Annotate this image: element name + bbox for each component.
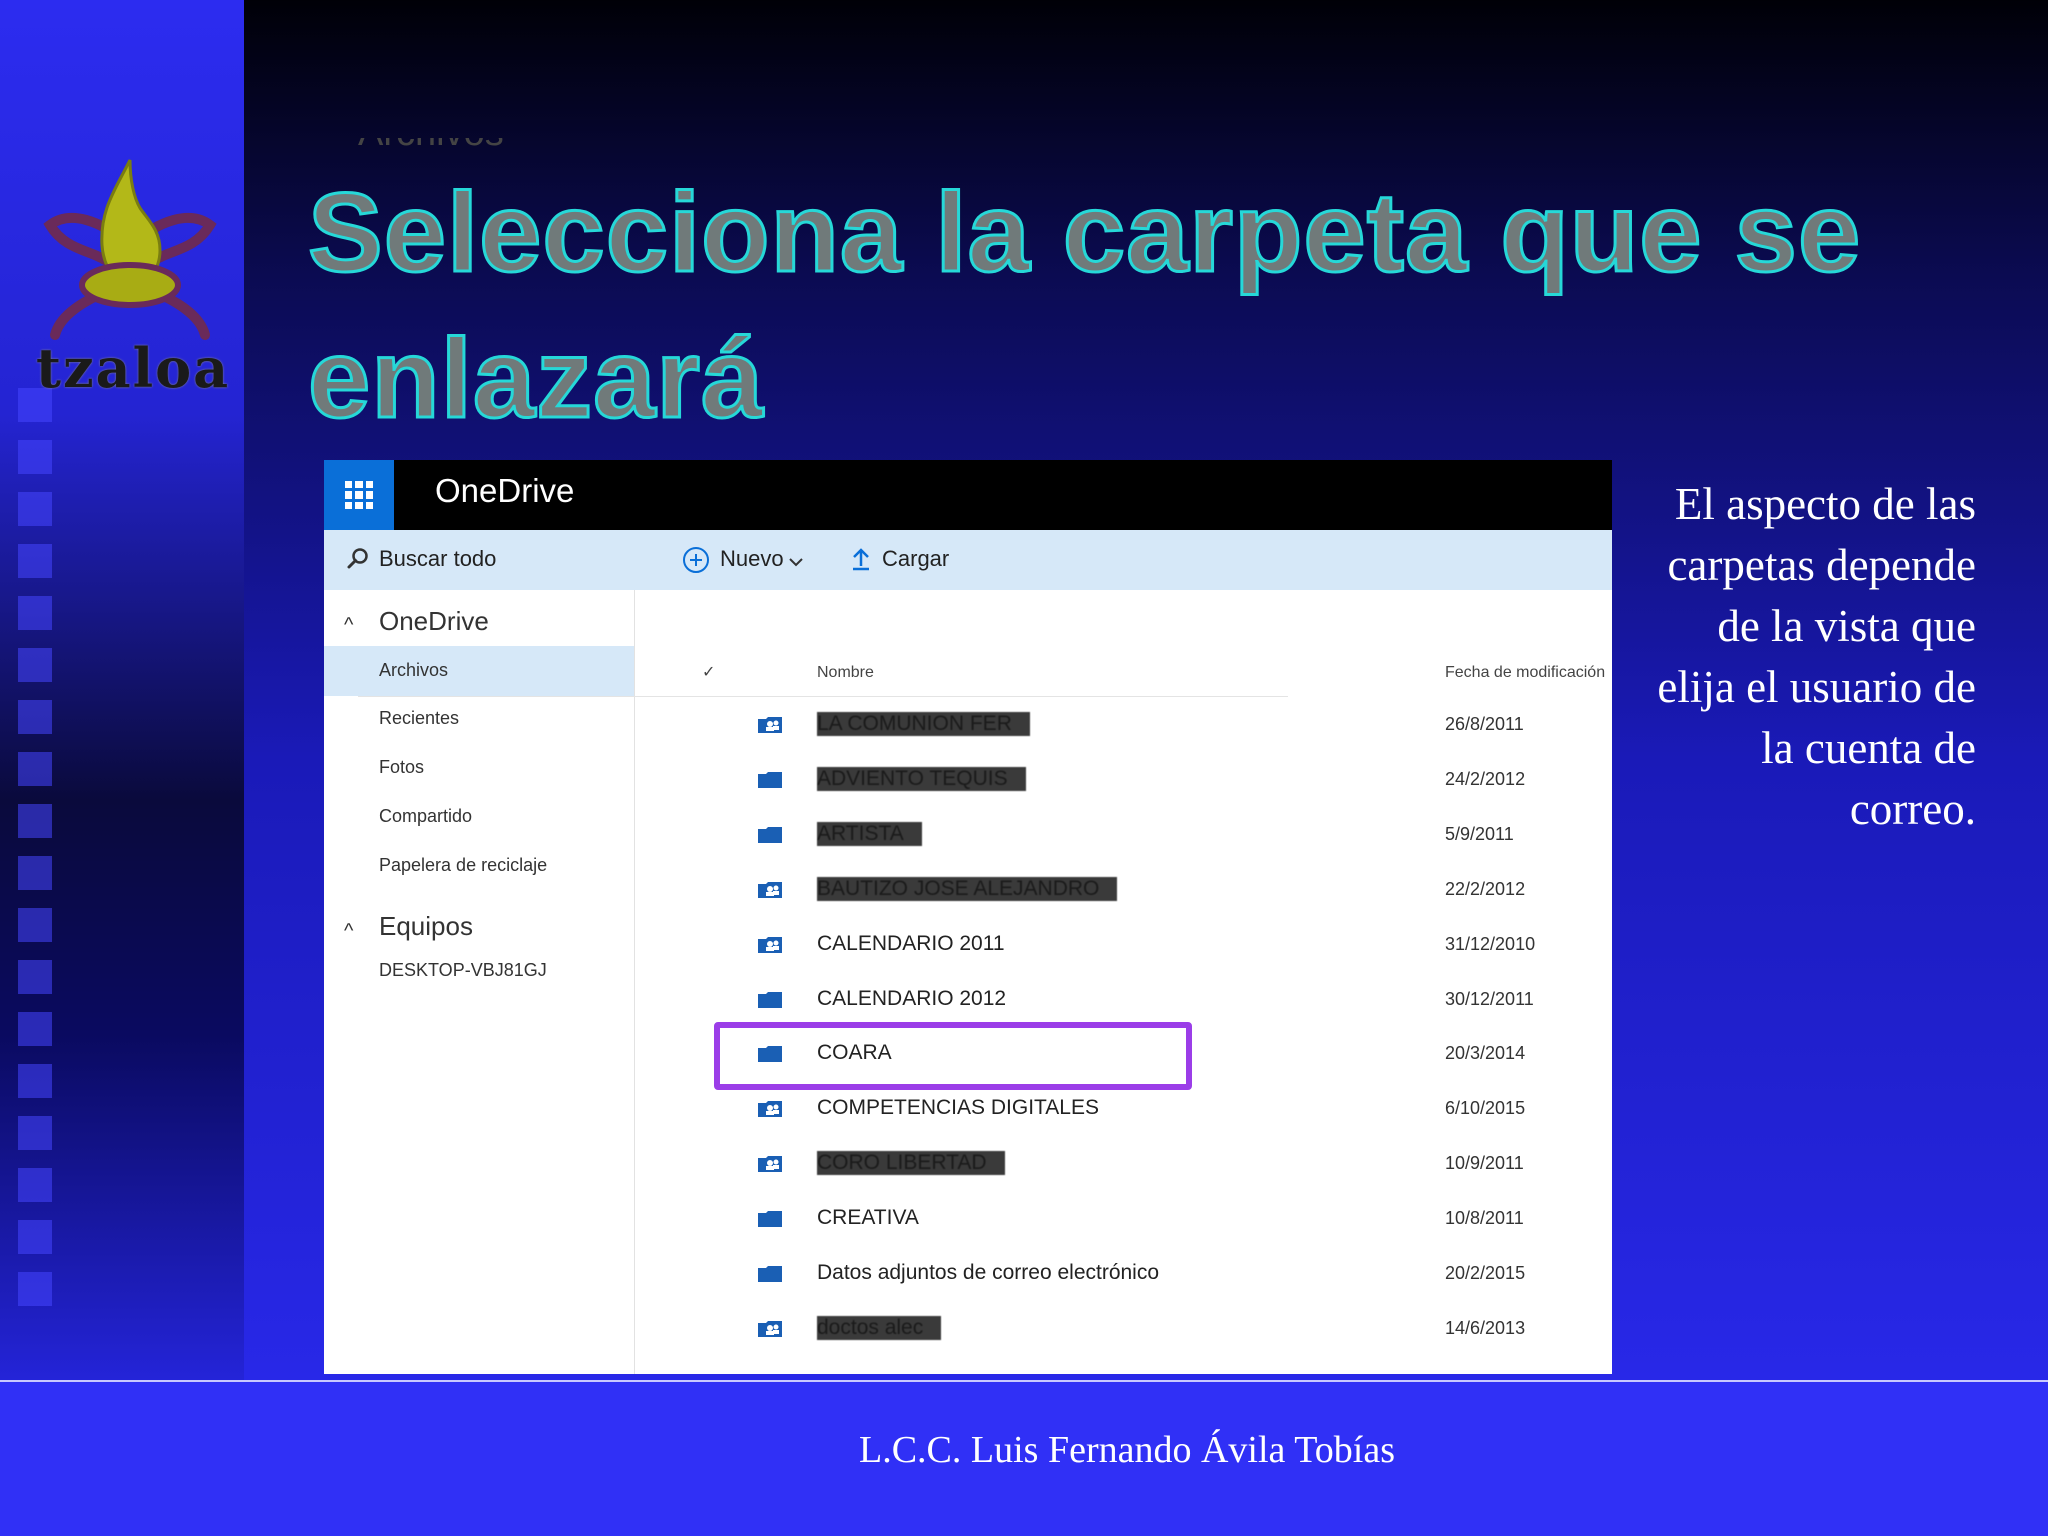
new-button[interactable]: Nuevo (682, 530, 822, 590)
folder-icon (757, 991, 783, 1009)
decorative-square (18, 700, 52, 734)
search-label: Buscar todo (379, 546, 497, 571)
plus-circle-icon (683, 547, 709, 573)
decorative-square (18, 648, 52, 682)
file-modified-date: 22/2/2012 (1445, 878, 1526, 899)
nav-section-equipos[interactable]: Equipos (379, 911, 473, 942)
shared-folder-icon (757, 716, 783, 734)
logo-text: tzaloa (36, 336, 231, 400)
decorative-square (18, 492, 52, 526)
file-name[interactable]: CALENDARIO 2011 (817, 932, 1005, 956)
footer-divider (0, 1380, 2048, 1382)
nav-item-fotos[interactable]: Fotos (379, 757, 424, 778)
decorative-square (18, 1272, 52, 1306)
folder-icon (757, 1265, 783, 1283)
select-all-checkbox[interactable]: ✓ (702, 662, 715, 682)
file-modified-date: 10/8/2011 (1445, 1208, 1524, 1229)
file-modified-date: 6/10/2015 (1445, 1098, 1526, 1119)
file-name[interactable]: BAUTIZO JOSE ALEJANDRO (817, 876, 1118, 901)
folder-icon (757, 1210, 783, 1228)
decorative-square (18, 1116, 52, 1150)
header-divider (358, 696, 1288, 697)
nav-item-compartido[interactable]: Compartido (379, 806, 472, 827)
file-name[interactable]: CORO LIBERTAD (817, 1151, 1005, 1176)
collapse-onedrive-icon[interactable]: ^ (344, 614, 353, 637)
file-name[interactable]: ADVIENTO TEQUIS (817, 766, 1026, 791)
onedrive-brand[interactable]: OneDrive (435, 472, 574, 510)
upload-label: Cargar (882, 546, 950, 571)
chevron-down-icon (789, 558, 803, 567)
file-modified-date: 20/2/2015 (1445, 1263, 1526, 1283)
file-modified-date: 26/8/2011 (1445, 714, 1524, 734)
file-name[interactable]: doctos alec (817, 1315, 942, 1340)
decorative-square (18, 752, 52, 786)
nav-item-recientes[interactable]: Recientes (379, 708, 459, 729)
decorative-square (18, 1012, 52, 1046)
navigation-pane: ^ OneDrive Archivos Recientes Fotos Comp… (324, 590, 635, 1374)
decorative-square (18, 440, 52, 474)
upload-button[interactable]: Cargar (850, 530, 960, 590)
decorative-square (18, 908, 52, 942)
file-name[interactable]: CREATIVA (817, 1206, 919, 1230)
column-header-modified[interactable]: Fecha de modificación (1445, 664, 1605, 682)
onedrive-screenshot: OneDrive Buscar todo Nuevo Cargar ^ OneD… (324, 460, 1612, 1374)
slide-title: Selecciona la carpeta que se enlazará (307, 169, 1862, 443)
file-name[interactable]: LA COMUNION FER (817, 712, 1030, 736)
upload-icon (853, 548, 869, 571)
nav-item-archivos[interactable]: Archivos (379, 660, 448, 681)
nav-item-papelera[interactable]: Papelera de reciclaje (379, 855, 547, 876)
file-modified-date: 14/6/2013 (1445, 1317, 1526, 1338)
search-icon (347, 548, 368, 569)
shared-folder-icon (757, 881, 783, 899)
decorative-square (18, 596, 52, 630)
file-modified-date: 10/9/2011 (1445, 1153, 1524, 1174)
file-modified-date: 20/3/2014 (1445, 1043, 1526, 1064)
onedrive-top-bar: OneDrive (324, 460, 1612, 530)
shared-folder-icon (757, 1155, 783, 1173)
decorative-square (18, 544, 52, 578)
column-header-name[interactable]: Nombre (817, 664, 874, 682)
side-note: El aspecto de las carpetas depende de la… (1657, 479, 1976, 834)
file-name[interactable]: ARTISTA (817, 821, 922, 846)
search-box[interactable]: Buscar todo (324, 530, 634, 590)
folder-icon (757, 771, 783, 789)
file-modified-date: 30/12/2011 (1445, 988, 1534, 1009)
file-modified-date: 31/12/2010 (1445, 933, 1536, 954)
folder-icon (757, 826, 783, 844)
selection-highlight-box (714, 1022, 1192, 1090)
shared-folder-icon (757, 1320, 783, 1338)
decorative-square (18, 960, 52, 994)
nav-item-device[interactable]: DESKTOP-VBJ81GJ (379, 960, 547, 981)
footer-author: L.C.C. Luis Fernando Ávila Tobías (859, 1429, 1395, 1471)
decorative-square (18, 1064, 52, 1098)
nav-section-onedrive[interactable]: OneDrive (379, 606, 489, 637)
decorative-square (18, 1168, 52, 1202)
command-bar: Nuevo Cargar (634, 530, 1612, 590)
app-launcher-icon[interactable] (324, 460, 394, 530)
new-label: Nuevo (720, 546, 784, 571)
file-modified-date: 24/2/2012 (1445, 768, 1526, 789)
collapse-equipos-icon[interactable]: ^ (344, 920, 353, 943)
file-name[interactable]: Datos adjuntos de correo electrónico (817, 1261, 1159, 1285)
file-name[interactable]: COMPETENCIAS DIGITALES (817, 1096, 1099, 1120)
decorative-square (18, 804, 52, 838)
nav-selected-highlight (324, 646, 634, 696)
file-modified-date: 5/9/2011 (1445, 823, 1514, 844)
decorative-square (18, 1220, 52, 1254)
decorative-squares (18, 388, 52, 1328)
file-name[interactable]: CALENDARIO 2012 (817, 987, 1006, 1011)
shared-folder-icon (757, 936, 783, 954)
decorative-square (18, 856, 52, 890)
shared-folder-icon (757, 1100, 783, 1118)
